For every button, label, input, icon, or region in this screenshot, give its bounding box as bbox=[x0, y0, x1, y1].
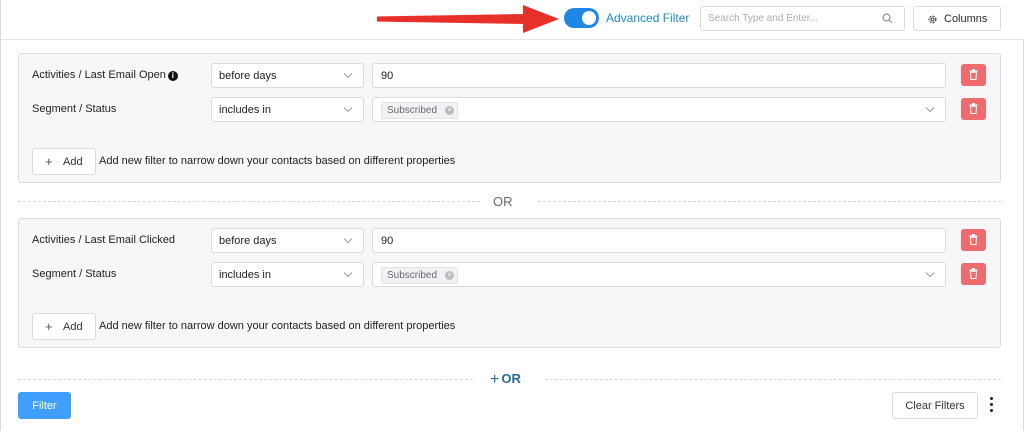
add-filter-label: Add bbox=[63, 156, 83, 168]
filter-row: Activities / Last Email Clicked before d… bbox=[19, 228, 1000, 253]
operator-select[interactable]: includes in bbox=[211, 262, 364, 287]
search-input[interactable] bbox=[708, 11, 878, 26]
filter-group-2: Activities / Last Email Clicked before d… bbox=[18, 218, 1001, 348]
delete-filter-button[interactable] bbox=[961, 98, 986, 120]
more-options-icon[interactable] bbox=[986, 394, 998, 416]
filter-button[interactable]: Filter bbox=[18, 392, 71, 419]
menu-dot bbox=[990, 403, 993, 406]
chevron-down-icon bbox=[343, 272, 353, 278]
trash-icon bbox=[969, 268, 978, 279]
advanced-filter-label[interactable]: Advanced Filter bbox=[606, 11, 689, 25]
add-or-group: + OR bbox=[18, 371, 1001, 389]
separator-line bbox=[545, 379, 1001, 380]
filter-row: Segment / Status includes in Subscribed × bbox=[19, 262, 1000, 287]
filter-row: Activities / Last Email Open i before day… bbox=[19, 63, 1000, 88]
add-filter-label: Add bbox=[63, 321, 83, 333]
add-or-label: OR bbox=[501, 371, 521, 386]
or-separator: OR bbox=[18, 194, 1001, 210]
add-or-group-button[interactable]: + OR bbox=[490, 371, 521, 389]
operator-select[interactable]: before days bbox=[211, 228, 364, 253]
chevron-down-icon bbox=[343, 107, 353, 113]
app-frame: Advanced Filter Columns Activities / Las… bbox=[0, 0, 1024, 431]
operator-value: before days bbox=[219, 70, 277, 82]
value-input[interactable]: 90 bbox=[372, 228, 946, 253]
delete-filter-button[interactable] bbox=[961, 263, 986, 285]
remove-tag-icon[interactable]: × bbox=[445, 106, 455, 115]
operator-value: before days bbox=[219, 235, 277, 247]
operator-value: includes in bbox=[219, 269, 271, 281]
segment-multiselect[interactable]: Subscribed × bbox=[372, 262, 946, 287]
plus-icon: + bbox=[490, 371, 500, 388]
add-filter-button[interactable]: + Add bbox=[32, 313, 96, 340]
search-icon bbox=[882, 13, 893, 24]
menu-dot bbox=[990, 397, 993, 400]
search-box[interactable] bbox=[700, 6, 905, 31]
add-filter-button[interactable]: + Add bbox=[32, 148, 96, 175]
filter-field-label: Activities / Last Email Open i bbox=[32, 69, 178, 81]
add-filter-hint: Add new filter to narrow down your conta… bbox=[99, 155, 456, 167]
toggle-knob bbox=[582, 11, 596, 25]
filter-field-label: Segment / Status bbox=[32, 268, 117, 280]
chevron-down-icon bbox=[343, 73, 353, 79]
plus-icon: + bbox=[45, 154, 53, 169]
plus-icon: + bbox=[45, 319, 53, 334]
or-separator-label: OR bbox=[493, 194, 513, 209]
value-text: 90 bbox=[381, 70, 394, 82]
selected-tag: Subscribed × bbox=[381, 267, 459, 284]
operator-select[interactable]: includes in bbox=[211, 97, 364, 122]
separator-line bbox=[538, 201, 1001, 202]
value-input[interactable]: 90 bbox=[372, 63, 946, 88]
gear-icon bbox=[928, 15, 937, 24]
add-filter-hint: Add new filter to narrow down your conta… bbox=[99, 320, 456, 332]
delete-filter-button[interactable] bbox=[961, 229, 986, 251]
separator-line bbox=[18, 379, 473, 380]
chevron-down-icon bbox=[343, 238, 353, 244]
chevron-down-icon bbox=[925, 107, 935, 113]
operator-value: includes in bbox=[219, 104, 271, 116]
value-text: 90 bbox=[381, 235, 394, 247]
columns-label: Columns bbox=[944, 13, 988, 25]
separator-line bbox=[18, 201, 480, 202]
trash-icon bbox=[969, 69, 978, 80]
selected-tag: Subscribed × bbox=[381, 102, 459, 119]
filter-group-1: Activities / Last Email Open i before day… bbox=[18, 53, 1001, 183]
filter-row: Segment / Status includes in Subscribed × bbox=[19, 97, 1000, 122]
filter-toolbar: Advanced Filter Columns bbox=[1, 0, 1024, 40]
chevron-down-icon bbox=[925, 272, 935, 278]
operator-select[interactable]: before days bbox=[211, 63, 364, 88]
menu-dot bbox=[990, 409, 993, 412]
trash-icon bbox=[969, 103, 978, 114]
filter-field-label: Activities / Last Email Clicked bbox=[32, 234, 176, 246]
filter-field-label: Segment / Status bbox=[32, 103, 117, 115]
segment-multiselect[interactable]: Subscribed × bbox=[372, 97, 946, 122]
delete-filter-button[interactable] bbox=[961, 64, 986, 86]
trash-icon bbox=[969, 234, 978, 245]
annotation-arrow bbox=[377, 5, 559, 33]
advanced-filter-toggle[interactable] bbox=[564, 8, 599, 28]
remove-tag-icon[interactable]: × bbox=[445, 271, 455, 280]
columns-button[interactable]: Columns bbox=[913, 6, 1001, 31]
info-icon[interactable]: i bbox=[167, 71, 178, 81]
clear-filters-button[interactable]: Clear Filters bbox=[892, 392, 978, 419]
